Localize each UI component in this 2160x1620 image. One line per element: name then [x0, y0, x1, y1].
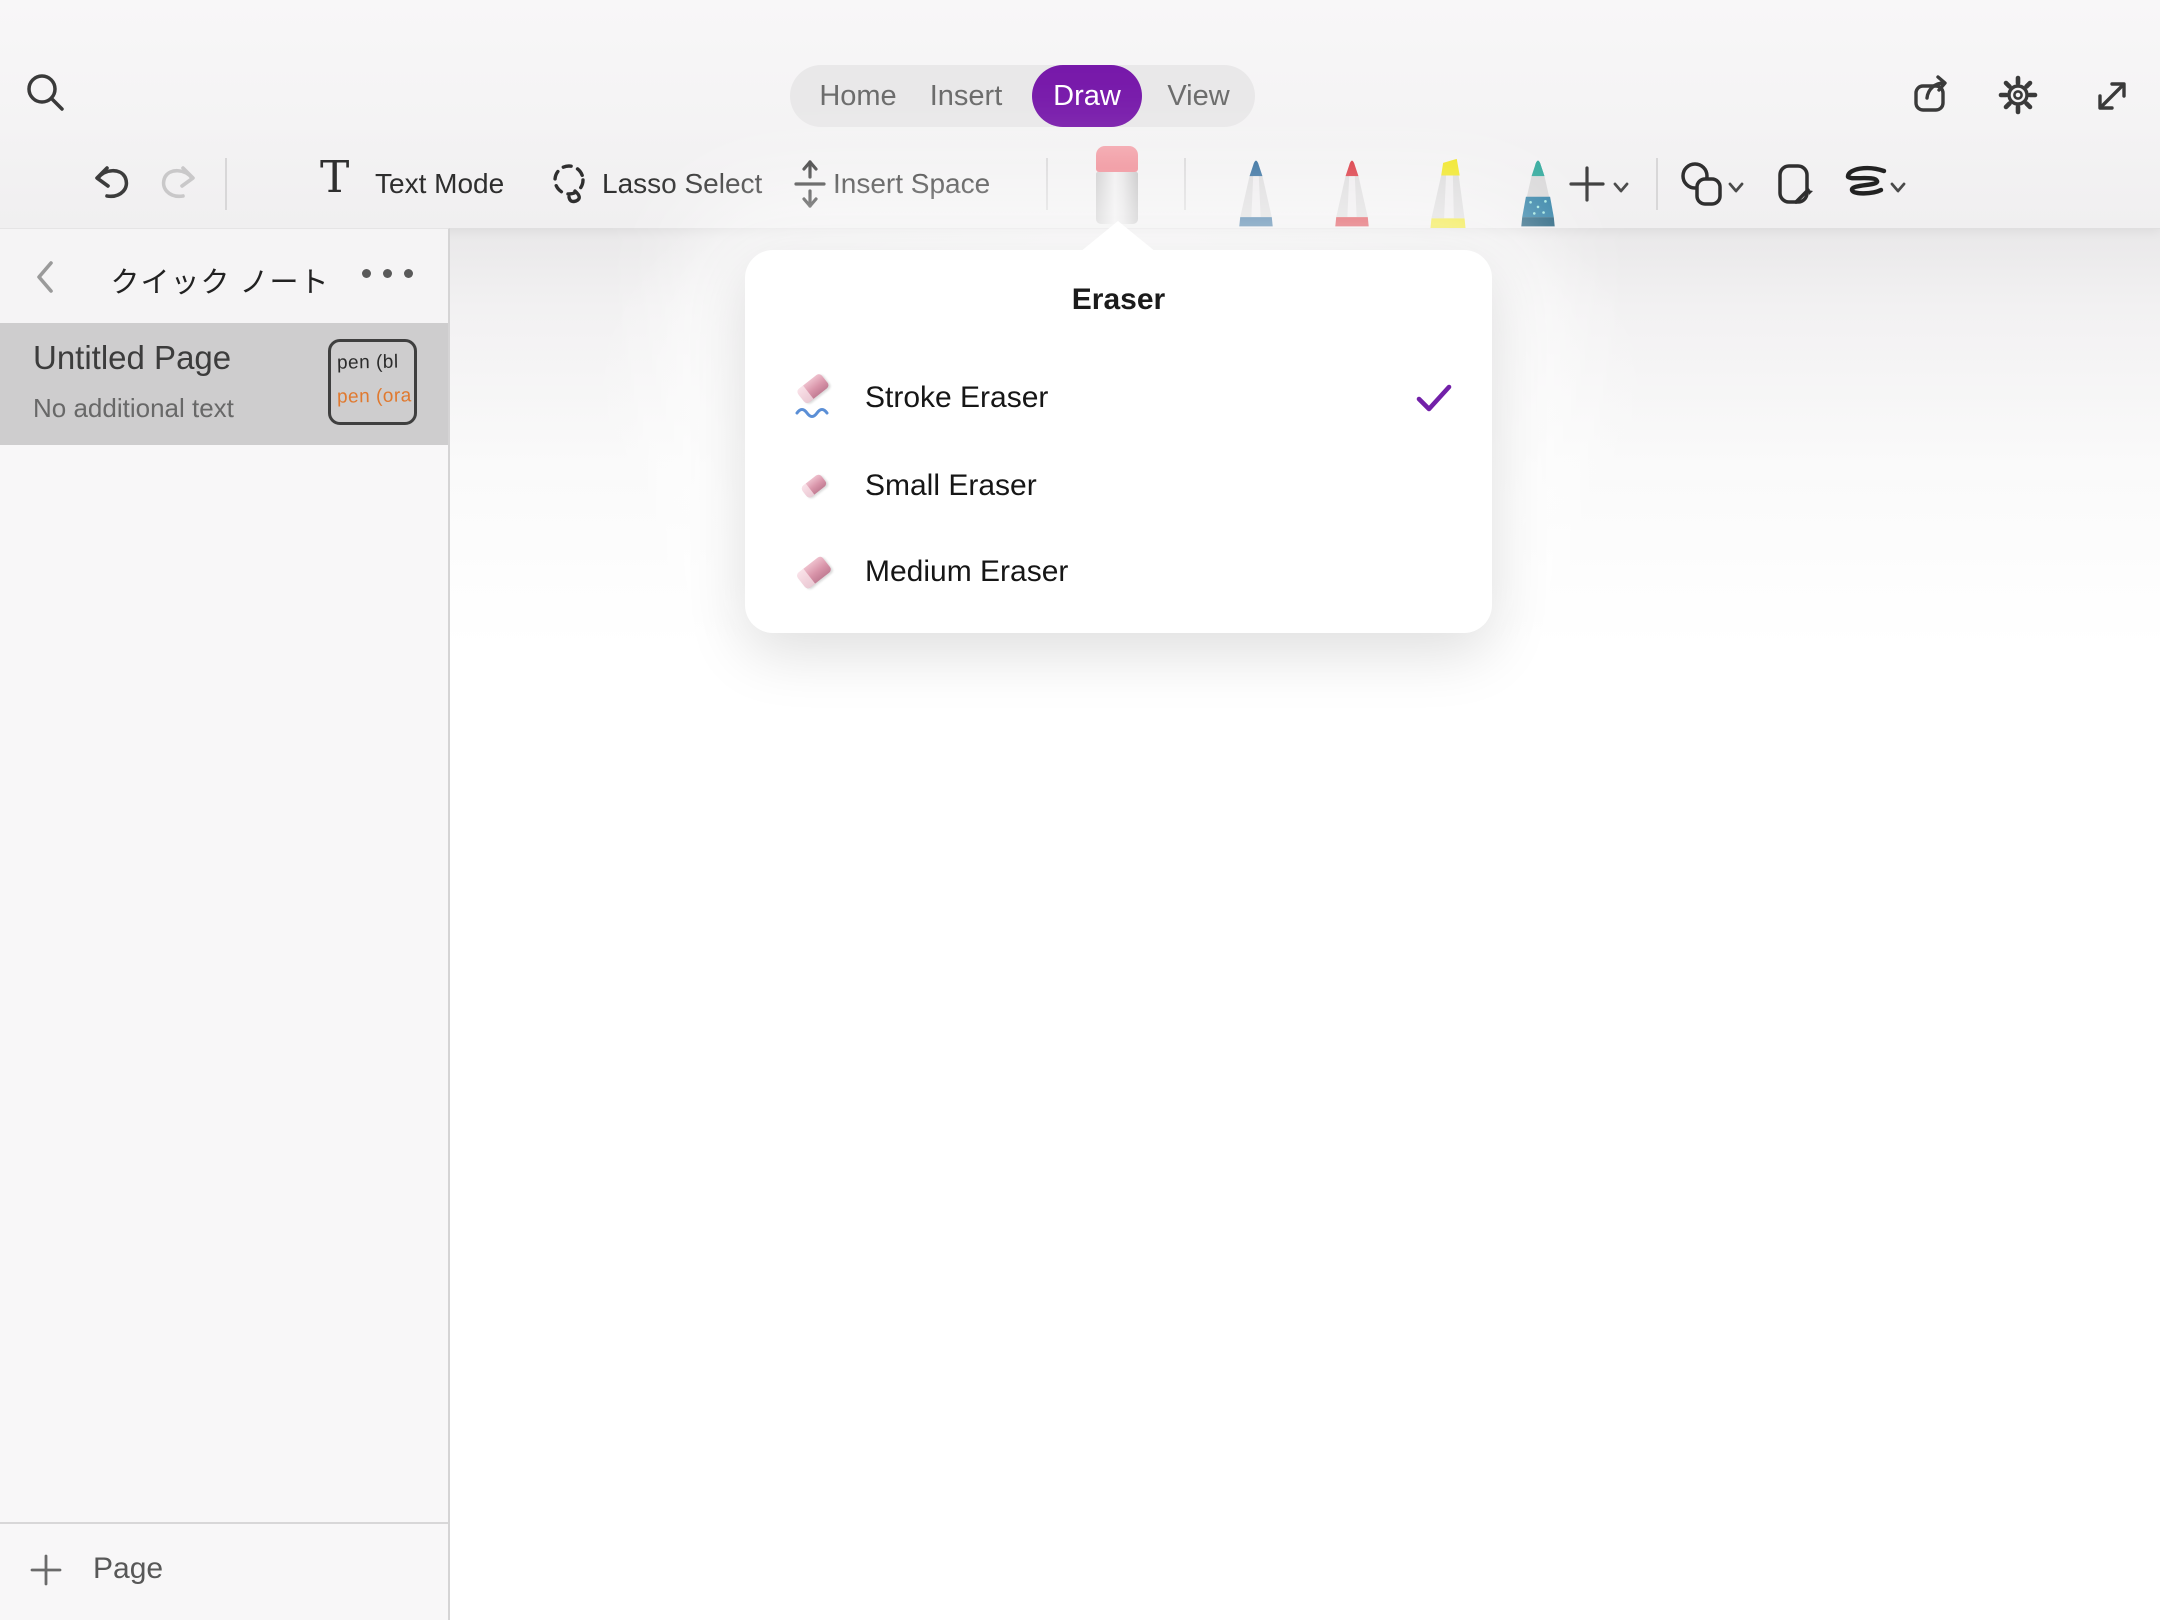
insert-space-button[interactable] — [786, 154, 834, 214]
back-button[interactable] — [30, 255, 60, 299]
red-pen-tool[interactable] — [1326, 156, 1378, 230]
popover-title: Eraser — [745, 283, 1492, 317]
search-icon — [22, 70, 70, 118]
eraser-tool-button[interactable] — [1096, 146, 1138, 224]
sidebar-header: クイック ノート — [0, 229, 448, 323]
eraser-option-medium[interactable]: Medium Eraser — [745, 536, 1492, 608]
stroke-eraser-icon — [783, 362, 845, 434]
page-subtitle: No additional text — [33, 393, 234, 424]
toolbar-divider — [1184, 158, 1186, 210]
add-page-label: Page — [93, 1552, 163, 1586]
lasso-icon — [545, 160, 593, 208]
toolbar-divider — [1656, 158, 1658, 210]
tab-home[interactable]: Home — [790, 65, 926, 127]
add-page-button[interactable]: Page — [0, 1522, 448, 1620]
eraser-option-label: Stroke Eraser — [865, 362, 1048, 434]
add-pen-button[interactable] — [1563, 160, 1611, 208]
page-list-item-selected[interactable]: Untitled Page No additional text pen (bl… — [0, 323, 448, 445]
eraser-cap — [1096, 146, 1138, 172]
notebook-section-title: クイック ノート — [95, 259, 345, 301]
fullscreen-button[interactable] — [2088, 72, 2136, 120]
scribble-icon — [1839, 162, 1891, 206]
page-title: Untitled Page — [33, 339, 231, 377]
yellow-highlighter-tool[interactable] — [1420, 156, 1476, 230]
text-mode-button[interactable]: Text Mode — [375, 168, 504, 200]
teal-pen-tool[interactable] — [1512, 156, 1564, 230]
app-window: Home Insert Draw View — [0, 0, 2160, 1620]
insert-space-icon — [788, 156, 832, 212]
redo-button[interactable] — [152, 158, 204, 210]
undo-button[interactable] — [86, 158, 138, 210]
tab-insert[interactable]: Insert — [913, 65, 1019, 127]
lasso-select-label[interactable]: Lasso Select — [602, 168, 762, 200]
thumbnail-ink-line: pen (ora — [337, 379, 415, 414]
undo-icon — [89, 161, 135, 207]
text-mode-icon: T — [320, 152, 349, 203]
eraser-option-small[interactable]: Small Eraser — [745, 450, 1492, 522]
eraser-option-label: Medium Eraser — [865, 536, 1068, 608]
eraser-body — [1096, 172, 1138, 224]
gear-icon — [1995, 72, 2041, 118]
share-button[interactable] — [1906, 71, 1954, 119]
page-thumbnail: pen (bl pen (ora — [328, 339, 417, 425]
medium-eraser-icon — [783, 536, 845, 608]
top-toolbar: Home Insert Draw View — [0, 0, 2160, 229]
shapes-button[interactable] — [1676, 158, 1730, 212]
chevron-down-icon[interactable] — [1610, 176, 1632, 198]
ink-effects-button[interactable] — [1838, 160, 1892, 208]
tab-view[interactable]: View — [1142, 65, 1255, 127]
plus-icon — [28, 1552, 64, 1588]
chevron-down-icon[interactable] — [1887, 176, 1909, 198]
ink-annotate-button[interactable] — [1768, 158, 1820, 212]
toolbar-divider — [1046, 158, 1048, 210]
small-eraser-icon — [783, 450, 845, 522]
chevron-left-icon — [33, 257, 57, 297]
expand-icon — [2090, 74, 2134, 118]
toolbar-divider — [225, 158, 227, 210]
search-button[interactable] — [20, 68, 72, 120]
shapes-icon — [1677, 159, 1729, 211]
lasso-select-button[interactable] — [543, 158, 595, 210]
eraser-option-label: Small Eraser — [865, 450, 1037, 522]
section-more-button[interactable] — [362, 269, 413, 278]
ellipsis-icon — [362, 269, 371, 278]
redo-icon — [155, 161, 201, 207]
ribbon-tabs: Home Insert Draw View — [790, 65, 1255, 127]
chevron-down-icon[interactable] — [1725, 176, 1747, 198]
share-icon — [1907, 72, 1953, 118]
tab-draw[interactable]: Draw — [1032, 65, 1142, 127]
insert-space-label[interactable]: Insert Space — [833, 168, 990, 200]
eraser-option-stroke[interactable]: Stroke Eraser — [745, 362, 1492, 434]
card-pen-icon — [1769, 160, 1819, 210]
page-list-sidebar: クイック ノート Untitled Page No additional tex… — [0, 228, 450, 1620]
checkmark-icon — [1413, 378, 1455, 418]
settings-button[interactable] — [1994, 71, 2042, 119]
blue-pen-tool[interactable] — [1230, 156, 1282, 230]
thumbnail-ink-line: pen (bl — [337, 345, 415, 380]
plus-icon — [1565, 162, 1609, 206]
eraser-popover: Eraser Stroke Eraser Small Eraser — [745, 250, 1492, 633]
